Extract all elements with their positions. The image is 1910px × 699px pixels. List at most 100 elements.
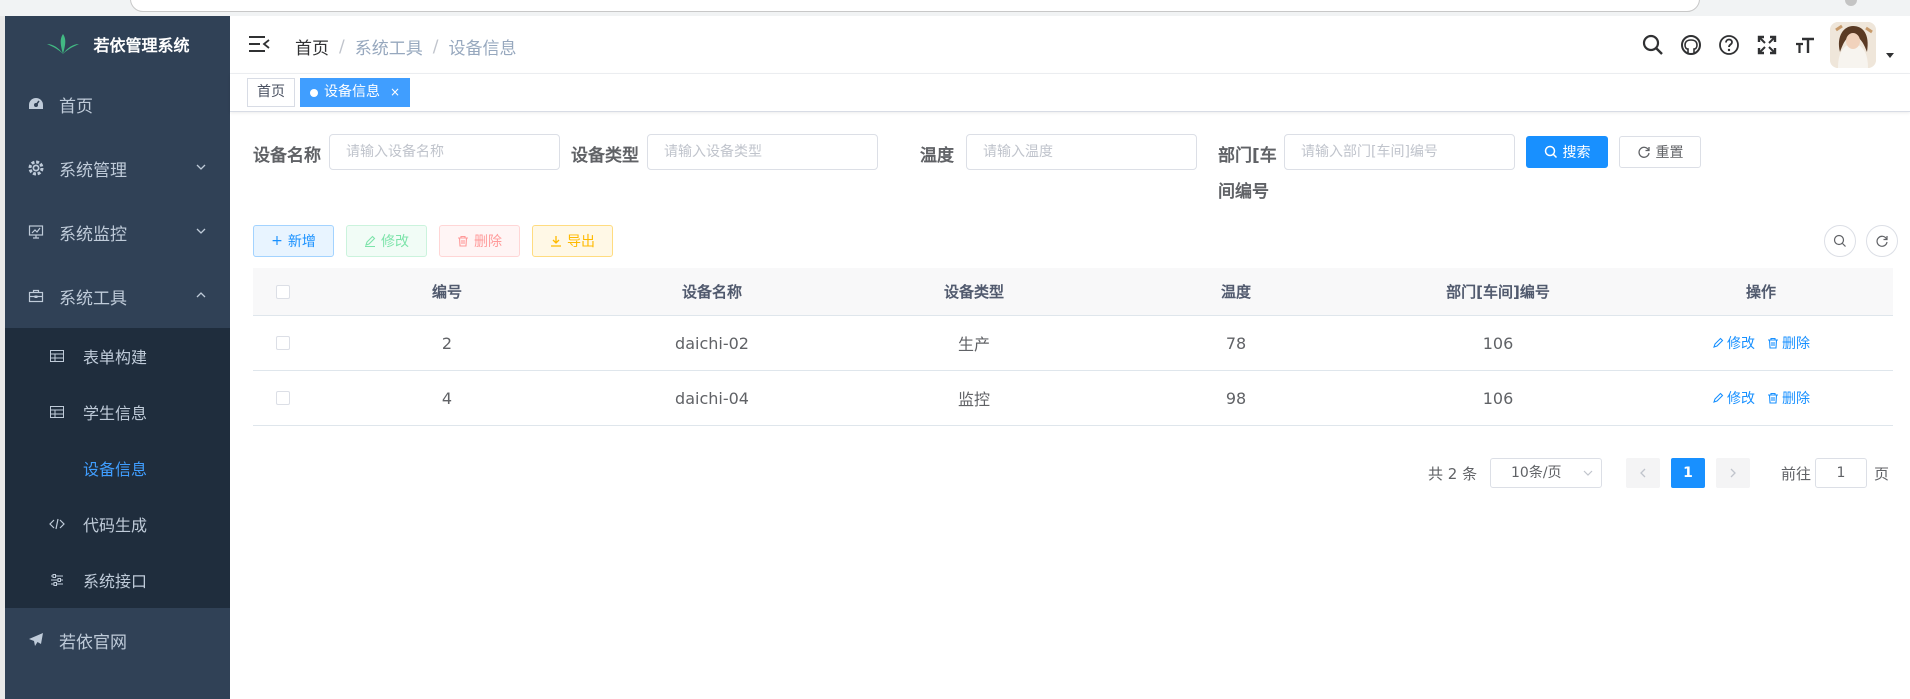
avatar[interactable] — [1830, 22, 1876, 68]
monitor-icon — [27, 223, 45, 241]
goto-page-input[interactable]: 1 — [1815, 458, 1867, 488]
sidebar-logo[interactable]: 若依管理系统 — [5, 16, 230, 72]
sidebar-item-system-monitor[interactable]: 系统监控 — [5, 200, 230, 264]
sidebar-item-system-management[interactable]: 系统管理 — [5, 136, 230, 200]
goto-label: 前往 — [1781, 465, 1812, 483]
field-label-temperature: 温度 — [920, 146, 954, 166]
sidebar-subitem-label: 代码生成 — [83, 516, 148, 535]
toolbox-icon — [27, 287, 45, 305]
page-number-button[interactable]: 1 — [1671, 458, 1705, 488]
plus-icon: + — [271, 233, 283, 249]
sidebar-subitem-label: 设备信息 — [83, 460, 148, 479]
app-title: 若依管理系统 — [93, 36, 190, 55]
reset-button[interactable]: 重置 — [1619, 136, 1701, 168]
toggle-search-button[interactable] — [1824, 225, 1856, 257]
browser-chrome — [0, 0, 1910, 16]
cell-dept: 106 — [1482, 333, 1514, 353]
table-icon — [49, 348, 65, 364]
edit-icon — [1713, 392, 1724, 403]
trash-icon — [1768, 337, 1778, 349]
next-page-button[interactable] — [1716, 458, 1750, 488]
cell-id: 4 — [441, 388, 453, 408]
field-label-device-type: 设备类型 — [571, 146, 639, 166]
sidebar-item-home[interactable]: 首页 — [5, 72, 230, 136]
edit-icon — [365, 235, 376, 247]
select-all-checkbox[interactable] — [276, 284, 290, 299]
refresh-icon — [1876, 235, 1888, 247]
add-button[interactable]: + 新增 — [253, 225, 334, 257]
row-checkbox[interactable] — [276, 336, 290, 350]
device-table: 编号 设备名称 设备类型 温度 部门[车间]编号 操作 2 daichi-02 … — [253, 268, 1893, 426]
tag-device-info[interactable]: 设备信息 × — [300, 78, 411, 107]
temperature-input[interactable]: 请输入温度 — [966, 134, 1197, 170]
cell-name: daichi-04 — [675, 388, 749, 408]
export-button[interactable]: 导出 — [532, 225, 613, 257]
breadcrumb-home[interactable]: 首页 — [295, 34, 329, 59]
pagination-total: 共 2 条 — [1428, 465, 1478, 483]
browser-address-bar[interactable] — [130, 0, 1700, 12]
device-type-input[interactable]: 请输入设备类型 — [647, 134, 878, 170]
table-icon — [49, 404, 65, 420]
dept-number-input[interactable]: 请输入部门[车间]编号 — [1284, 134, 1515, 170]
sidebar-item-label: 系统管理 — [59, 160, 127, 181]
tags-view: 首页 设备信息 × — [230, 74, 1910, 112]
question-icon[interactable] — [1710, 26, 1748, 64]
navbar-tools — [1634, 16, 1910, 74]
refresh-table-button[interactable] — [1866, 225, 1898, 257]
row-checkbox[interactable] — [276, 391, 290, 405]
sidebar-item-official-site[interactable]: 若依官网 — [5, 608, 230, 672]
search-button[interactable]: 搜索 — [1526, 136, 1608, 168]
prev-page-button[interactable] — [1626, 458, 1660, 488]
row-delete-link[interactable]: 删除 — [1767, 388, 1810, 408]
sliders-icon — [49, 572, 65, 588]
caret-down-icon[interactable] — [1884, 49, 1896, 61]
sidebar-subitem-device-info[interactable]: 设备信息 — [5, 440, 230, 496]
table-header: 编号 设备名称 设备类型 温度 部门[车间]编号 操作 — [253, 268, 1893, 316]
font-size-icon[interactable] — [1786, 26, 1824, 64]
github-icon[interactable] — [1672, 26, 1710, 64]
sidebar-subitem-code-gen[interactable]: 代码生成 — [5, 496, 230, 552]
column-header-temperature: 温度 — [1220, 283, 1251, 301]
sidebar-subitem-form-builder[interactable]: 表单构建 — [5, 328, 230, 384]
edit-button[interactable]: 修改 — [346, 225, 427, 257]
chevron-up-icon — [196, 292, 206, 298]
search-icon — [1833, 234, 1846, 247]
cell-type: 监控 — [957, 390, 990, 409]
edit-icon — [1713, 337, 1724, 348]
field-label-device-name: 设备名称 — [253, 146, 321, 166]
cell-dept: 106 — [1482, 388, 1514, 408]
delete-button[interactable]: 删除 — [439, 225, 520, 257]
chevron-down-icon — [1583, 470, 1593, 476]
page-size-select[interactable]: 10条/页 — [1490, 458, 1602, 488]
row-delete-link[interactable]: 删除 — [1767, 333, 1810, 353]
device-name-input[interactable]: 请输入设备名称 — [329, 134, 560, 170]
navbar: 首页 / 系统工具 / 设备信息 — [230, 16, 1910, 74]
breadcrumb-device-info: 设备信息 — [448, 39, 517, 59]
breadcrumb: 首页 / 系统工具 / 设备信息 — [295, 34, 517, 60]
paper-plane-icon — [27, 631, 45, 649]
search-icon[interactable] — [1634, 26, 1672, 64]
sidebar-subitem-label: 表单构建 — [83, 348, 148, 367]
refresh-icon — [1637, 146, 1650, 158]
breadcrumb-system-tools: 系统工具 — [354, 39, 423, 59]
chevron-down-icon — [196, 228, 206, 234]
sidebar-subitem-student-info[interactable]: 学生信息 — [5, 384, 230, 440]
sidebar-subitem-label: 学生信息 — [83, 404, 148, 423]
chevron-down-icon — [196, 164, 206, 170]
sidebar-item-system-tools[interactable]: 系统工具 — [5, 264, 230, 328]
hamburger-icon[interactable] — [248, 34, 270, 54]
cell-temperature: 98 — [1225, 388, 1247, 408]
fullscreen-icon[interactable] — [1748, 26, 1786, 64]
field-label-dept-line2: 间编号 — [1218, 182, 1269, 202]
browser-profile-icon[interactable] — [1845, 0, 1857, 6]
sidebar-subitem-api[interactable]: 系统接口 — [5, 552, 230, 608]
table-row: 4 daichi-04 监控 98 106 修改 删除 — [253, 371, 1893, 426]
row-edit-link[interactable]: 修改 — [1712, 333, 1755, 353]
cell-type: 生产 — [957, 335, 990, 354]
ruoyi-logo-icon — [47, 34, 80, 54]
trash-icon — [1768, 392, 1778, 404]
tag-home[interactable]: 首页 — [247, 78, 295, 107]
goto-suffix: 页 — [1874, 465, 1890, 483]
close-icon[interactable]: × — [390, 79, 400, 106]
row-edit-link[interactable]: 修改 — [1712, 388, 1755, 408]
